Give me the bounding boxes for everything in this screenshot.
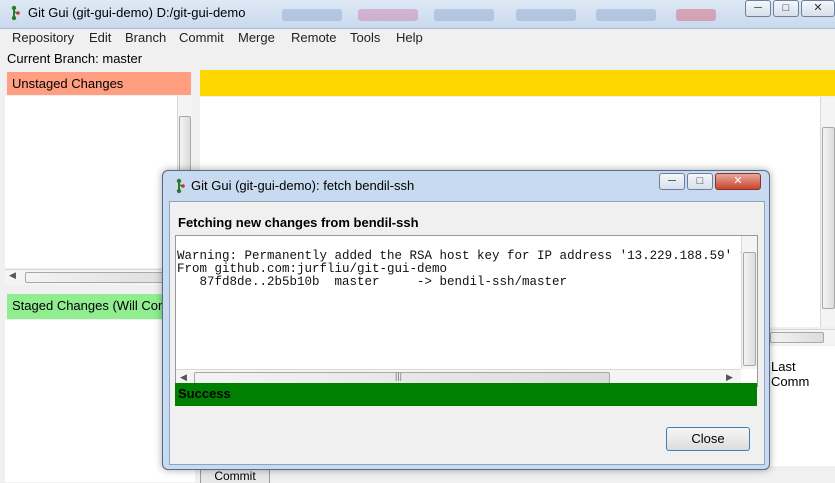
taskbar-shadow [282, 9, 342, 21]
main-close-button[interactable]: ✕ [801, 0, 835, 17]
status-bar: Success [175, 383, 757, 406]
git-logo-icon [11, 5, 20, 21]
taskbar-shadow [596, 9, 656, 21]
grip-icon: ||| [395, 371, 403, 381]
main-window-title: Git Gui (git-gui-demo) D:/git-gui-demo [28, 5, 246, 20]
dialog-title: Git Gui (git-gui-demo): fetch bendil-ssh [191, 178, 415, 193]
scroll-right-arrow-icon[interactable]: ▶ [726, 372, 733, 383]
console-vertical-scrollbar[interactable] [741, 236, 757, 369]
diff-hscroll-thumb[interactable] [770, 332, 824, 343]
menu-tools[interactable]: Tools [350, 30, 380, 45]
taskbar-shadow [676, 9, 716, 21]
menu-help[interactable]: Help [396, 30, 423, 45]
main-maximize-button[interactable]: □ [773, 0, 799, 17]
diff-header [200, 70, 835, 96]
fetch-heading: Fetching new changes from bendil-ssh [178, 215, 419, 230]
taskbar-shadow [516, 9, 576, 21]
main-title-bar: Git Gui (git-gui-demo) D:/git-gui-demo ─… [0, 0, 835, 29]
status-text: Success [178, 386, 231, 401]
dialog-body: Fetching new changes from bendil-ssh War… [169, 201, 765, 465]
unstaged-hscroll-thumb[interactable] [25, 272, 185, 283]
fetch-output-console[interactable]: Warning: Permanently added the RSA host … [175, 235, 758, 387]
menu-repository[interactable]: Repository [12, 30, 74, 45]
menu-remote[interactable]: Remote [291, 30, 337, 45]
fetch-dialog: Git Gui (git-gui-demo): fetch bendil-ssh… [162, 170, 770, 470]
menu-branch[interactable]: Branch [125, 30, 166, 45]
git-logo-icon [176, 178, 185, 194]
current-branch-label: Current Branch: master [7, 51, 143, 66]
taskbar-shadow [358, 9, 418, 21]
unstaged-changes-header: Unstaged Changes [7, 72, 191, 95]
dialog-minimize-button[interactable]: ─ [659, 173, 685, 190]
unstaged-file-list[interactable] [5, 96, 177, 268]
diff-scroll-thumb[interactable] [822, 127, 835, 309]
dialog-close-x-button[interactable]: ✕ [715, 173, 761, 190]
close-button[interactable]: Close [666, 427, 750, 451]
menu-commit[interactable]: Commit [179, 30, 224, 45]
taskbar-shadow [434, 9, 494, 21]
menu-merge[interactable]: Merge [238, 30, 275, 45]
main-minimize-button[interactable]: ─ [745, 0, 771, 17]
menu-edit[interactable]: Edit [89, 30, 111, 45]
unstaged-changes-title: Unstaged Changes [12, 76, 124, 91]
console-scroll-thumb[interactable] [743, 252, 756, 366]
commit-button[interactable]: Commit [200, 468, 270, 483]
dialog-maximize-button[interactable]: □ [687, 173, 713, 190]
scroll-left-arrow-icon[interactable]: ◀ [180, 372, 187, 383]
menu-bar: Repository Edit Branch Commit Merge Remo… [0, 29, 835, 49]
output-line: 87fd8de..2b5b10b master -> bendil-ssh/ma… [177, 275, 568, 289]
diff-vertical-scrollbar[interactable] [820, 97, 835, 327]
scroll-left-arrow-icon[interactable]: ◀ [9, 270, 16, 281]
last-commit-label[interactable]: Last Comm [771, 359, 835, 389]
